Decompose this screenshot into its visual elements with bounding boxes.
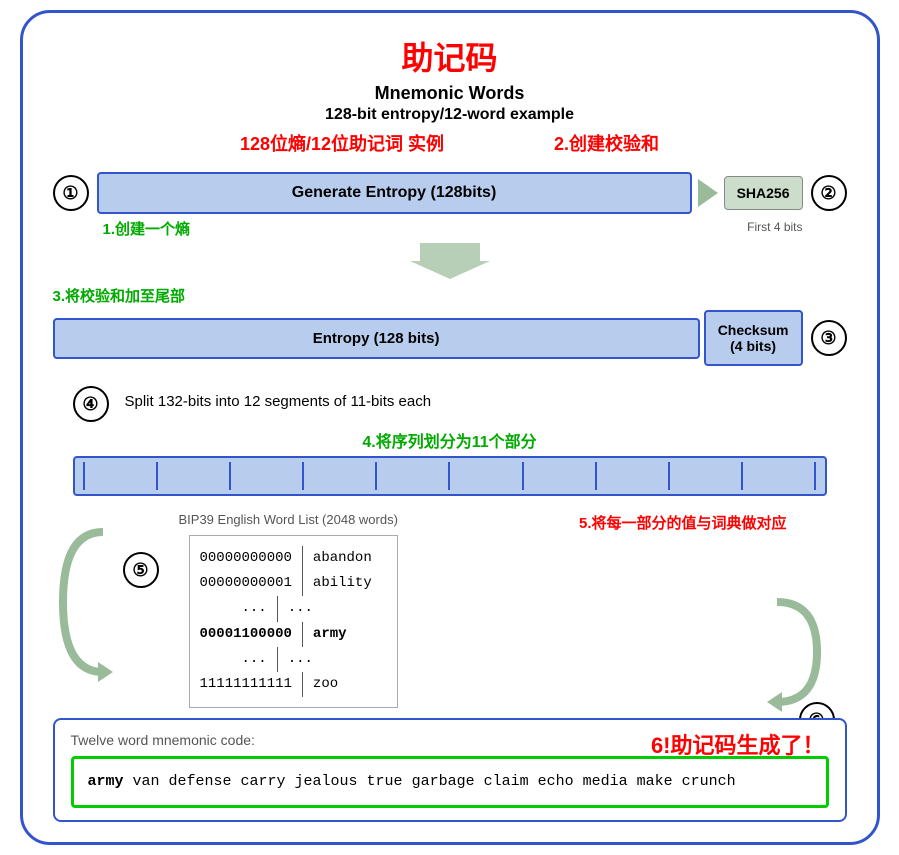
divider: [302, 462, 304, 490]
divider: [668, 462, 670, 490]
main-container: 助记码 Mnemonic Words 128-bit entropy/12-wo…: [20, 10, 880, 845]
step4-description: Split 132-bits into 12 segments of 11-bi…: [125, 393, 432, 410]
step1-row: ① Generate Entropy (128bits) SHA256 ②: [53, 172, 847, 214]
step3-circle: ③: [811, 320, 847, 356]
divider: [595, 462, 597, 490]
bip39-content: 00000000000 abandon 00000000001 ability …: [200, 546, 387, 697]
step5-circle: ⑤: [123, 552, 159, 588]
arrow-right-icon: [698, 179, 718, 207]
checksum-box: Checksum (4 bits): [704, 310, 803, 366]
first4bits-label: First 4 bits: [747, 220, 802, 239]
bip39-row-army: 00001100000 army: [200, 622, 387, 647]
mnemonic-rest: van defense carry jealous true garbage c…: [124, 773, 736, 790]
bits-bar: [73, 456, 827, 496]
entropy-box: Generate Entropy (128bits): [97, 172, 692, 214]
subtitle-zh: 128位熵/12位助记词 实例 2.创建校验和: [53, 130, 847, 156]
annotation-6: 6!助记码生成了！: [651, 728, 825, 760]
divider: [741, 462, 743, 490]
mnemonic-display: army van defense carry jealous true garb…: [71, 756, 829, 808]
annotation-4: 4.将序列划分为11个部分: [53, 428, 847, 452]
bip39-table: 00000000000 abandon 00000000001 ability …: [189, 535, 398, 708]
step4-circle: ④: [73, 386, 109, 422]
divider: [814, 462, 816, 490]
mnemonic-bold-word: army: [88, 773, 124, 790]
step3-row: Entropy (128 bits) Checksum (4 bits) ③: [53, 310, 847, 366]
step2-circle: ②: [811, 175, 847, 211]
divider: [375, 462, 377, 490]
divider: [83, 462, 85, 490]
annotation-1: 1.创建一个熵: [103, 218, 191, 239]
bip39-row: 11111111111 zoo: [200, 672, 387, 697]
divider: [156, 462, 158, 490]
step6-box: Twelve word mnemonic code: 6!助记码生成了！ arm…: [53, 718, 847, 822]
step1-circle: ①: [53, 175, 89, 211]
divider: [522, 462, 524, 490]
subtitle-en: 128-bit entropy/12-word example: [53, 106, 847, 124]
bip39-title: BIP39 English Word List (2048 words): [179, 512, 398, 527]
bip39-row: 00000000001 ability: [200, 571, 387, 596]
curved-arrow-right-icon: [767, 592, 837, 712]
title-en: Mnemonic Words: [53, 83, 847, 104]
annotation-2: 2.创建校验和: [554, 134, 659, 154]
annotation-5: 5.将每一部分的值与词典做对应: [579, 512, 787, 533]
divider: [229, 462, 231, 490]
curved-arrow-left-icon: [53, 522, 113, 682]
sha256-box: SHA256: [724, 176, 803, 210]
entropy128-box: Entropy (128 bits): [53, 318, 700, 359]
title-zh: 助记码: [53, 33, 847, 79]
divider: [448, 462, 450, 490]
annotation-3: 3.将校验和加至尾部: [53, 285, 847, 306]
bip39-row: ... ...: [200, 647, 387, 672]
bip39-row: ... ...: [200, 596, 387, 621]
bip39-row: 00000000000 abandon: [200, 546, 387, 571]
down-arrow-icon: [410, 243, 490, 279]
